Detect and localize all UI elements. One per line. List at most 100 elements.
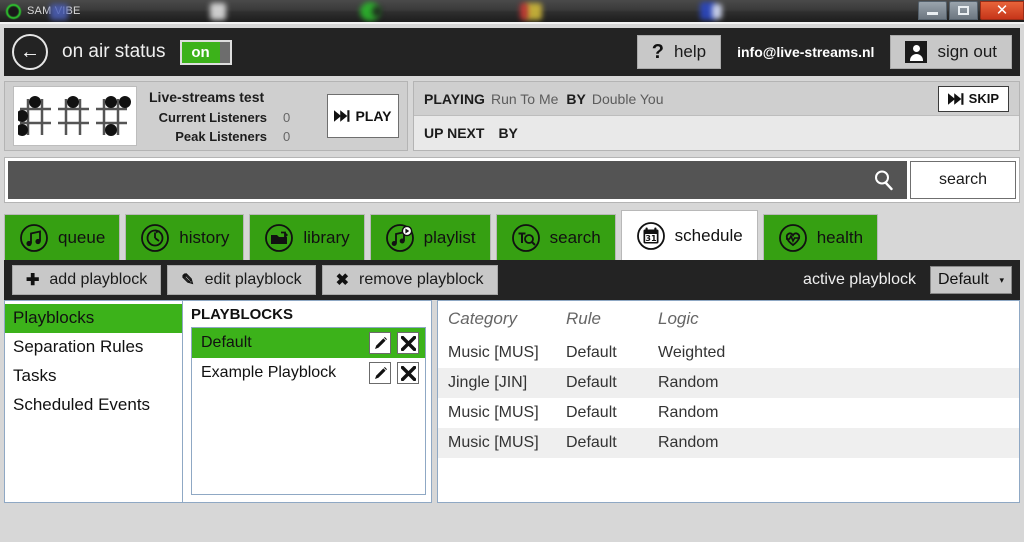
- tab-health[interactable]: health: [762, 214, 879, 260]
- maximize-button[interactable]: [949, 1, 978, 20]
- table-row[interactable]: Music [MUS] Default Weighted: [438, 338, 1019, 368]
- search-button[interactable]: search: [910, 161, 1016, 199]
- sidebar-item-scheduled-events[interactable]: Scheduled Events: [5, 391, 182, 420]
- add-playblock-button[interactable]: ✚ add playblock: [12, 265, 162, 295]
- sidebar-item-label: Tasks: [13, 365, 57, 385]
- skip-button-label: SKIP: [968, 91, 999, 106]
- clock-icon: [141, 223, 170, 252]
- sidebar-item-tasks[interactable]: Tasks: [5, 362, 182, 391]
- text-search-icon: [511, 223, 540, 252]
- play-button-label: PLAY: [355, 108, 392, 124]
- global-search-bar: search: [4, 157, 1020, 203]
- playblock-row-default[interactable]: Default: [192, 328, 425, 358]
- cell-rule: Default: [566, 404, 617, 421]
- tab-search-label: search: [549, 227, 601, 247]
- playblocks-panel: PLAYBLOCKS Default Example Playblock: [182, 300, 432, 503]
- station-meta: Live-streams test Current Listeners 0 Pe…: [149, 87, 315, 146]
- cell-logic: Random: [648, 368, 1019, 398]
- cell-rule: Default: [556, 428, 648, 458]
- tab-library[interactable]: library: [249, 214, 365, 260]
- now-playing-artist: Double You: [591, 90, 664, 107]
- sidebar-item-separation-rules[interactable]: Separation Rules: [5, 333, 182, 362]
- tab-history-label: history: [179, 227, 230, 247]
- heartbeat-icon: [778, 223, 807, 252]
- remove-playblock-button[interactable]: ✖ remove playblock: [321, 265, 498, 295]
- on-air-status-label: on air status: [62, 41, 166, 62]
- minimize-button[interactable]: [918, 1, 947, 20]
- playblock-row-example[interactable]: Example Playblock: [192, 358, 425, 388]
- playblock-name: Default: [201, 334, 252, 351]
- column-header-category: Category: [448, 309, 517, 328]
- tab-playlist-label: playlist: [423, 227, 476, 247]
- table-row[interactable]: Music [MUS] Default Random: [438, 398, 1019, 428]
- playblock-toolbar: ✚ add playblock ✎ edit playblock ✖ remov…: [4, 260, 1020, 300]
- play-button[interactable]: PLAY: [327, 94, 399, 138]
- skip-button[interactable]: SKIP: [937, 85, 1009, 112]
- sign-out-button[interactable]: sign out: [890, 35, 1012, 69]
- playlist-note-icon: [385, 223, 414, 252]
- playblock-detail-grid: Category Rule Logic Music [MUS] Default …: [437, 300, 1020, 503]
- tab-library-label: library: [303, 227, 350, 247]
- edit-playblock-row-icon[interactable]: [369, 332, 391, 354]
- cell-category: Music [MUS]: [448, 404, 539, 421]
- fast-forward-icon: [334, 110, 350, 122]
- station-logo: [13, 86, 137, 146]
- now-playing-label: PLAYING: [424, 90, 485, 107]
- edit-playblock-button[interactable]: ✎ edit playblock: [167, 265, 316, 295]
- search-field-wrapper[interactable]: [8, 161, 907, 199]
- sam-vibe-favicon-icon: [6, 3, 21, 19]
- plus-icon: ✚: [26, 272, 40, 289]
- app-header: ← on air status on ? help info@live-stre…: [4, 28, 1020, 76]
- edit-playblock-label: edit playblock: [204, 271, 302, 288]
- search-input[interactable]: [20, 171, 873, 189]
- cell-category: Jingle [JIN]: [438, 368, 556, 398]
- sidebar-item-label: Playblocks: [13, 308, 95, 327]
- help-button[interactable]: ? help: [636, 35, 722, 69]
- tab-playlist[interactable]: playlist: [369, 214, 491, 260]
- tab-history[interactable]: history: [125, 214, 245, 260]
- help-button-label: help: [673, 42, 707, 61]
- schedule-nav-list: Playblocks Separation Rules Tasks Schedu…: [4, 300, 182, 503]
- station-name: Live-streams test: [149, 88, 265, 105]
- playblocks-panel-title: PLAYBLOCKS: [191, 306, 293, 323]
- close-button[interactable]: ✕: [980, 1, 1024, 20]
- delete-playblock-row-icon[interactable]: [397, 362, 419, 384]
- now-playing-panel: PLAYING Run To Me BY Double You SKIP UP …: [413, 81, 1020, 151]
- tab-health-label: health: [816, 227, 864, 247]
- question-mark-icon: ?: [651, 40, 664, 63]
- sidebar-item-playblocks[interactable]: Playblocks: [5, 304, 182, 333]
- table-row[interactable]: Music [MUS] Default Random: [438, 428, 1019, 458]
- tab-schedule[interactable]: 31 schedule: [620, 210, 758, 260]
- edit-playblock-row-icon[interactable]: [369, 362, 391, 384]
- sign-out-label: sign out: [937, 42, 997, 61]
- window-controls[interactable]: ✕: [918, 0, 1024, 21]
- cell-logic: Weighted: [658, 344, 726, 361]
- active-playblock-label: active playblock: [803, 271, 916, 288]
- station-panel: Live-streams test Current Listeners 0 Pe…: [4, 81, 408, 151]
- cell-logic: Random: [648, 428, 1019, 458]
- sidebar-item-label: Separation Rules: [13, 336, 144, 356]
- table-header-row: Category Rule Logic: [438, 301, 1019, 338]
- pencil-icon: [374, 336, 387, 349]
- add-playblock-label: add playblock: [49, 271, 148, 288]
- table-row[interactable]: Jingle [JIN] Default Random: [438, 368, 1019, 398]
- window-title: SAM VIBE: [27, 5, 81, 17]
- tab-queue[interactable]: queue: [4, 214, 121, 260]
- pencil-icon: ✎: [181, 272, 195, 289]
- cell-rule: Default: [556, 368, 648, 398]
- current-listeners-value: 0: [283, 109, 291, 125]
- search-button-label: search: [938, 171, 988, 188]
- music-note-icon: [20, 223, 48, 252]
- x-cross-icon: [400, 365, 416, 381]
- tab-search[interactable]: search: [495, 214, 616, 260]
- active-playblock-select[interactable]: Default ▾: [930, 266, 1012, 294]
- delete-playblock-row-icon[interactable]: [397, 332, 419, 354]
- calendar-31-icon: 31: [636, 221, 665, 250]
- peak-listeners-row: Peak Listeners 0: [149, 127, 315, 146]
- playblock-items-table: Category Rule Logic Music [MUS] Default …: [438, 301, 1019, 458]
- back-arrow-icon[interactable]: ←: [12, 34, 48, 70]
- on-air-toggle[interactable]: on: [179, 39, 232, 65]
- playblock-name: Example Playblock: [201, 364, 337, 381]
- current-listeners-label: Current Listeners: [158, 109, 267, 125]
- now-playing-row: PLAYING Run To Me BY Double You SKIP: [414, 82, 1019, 116]
